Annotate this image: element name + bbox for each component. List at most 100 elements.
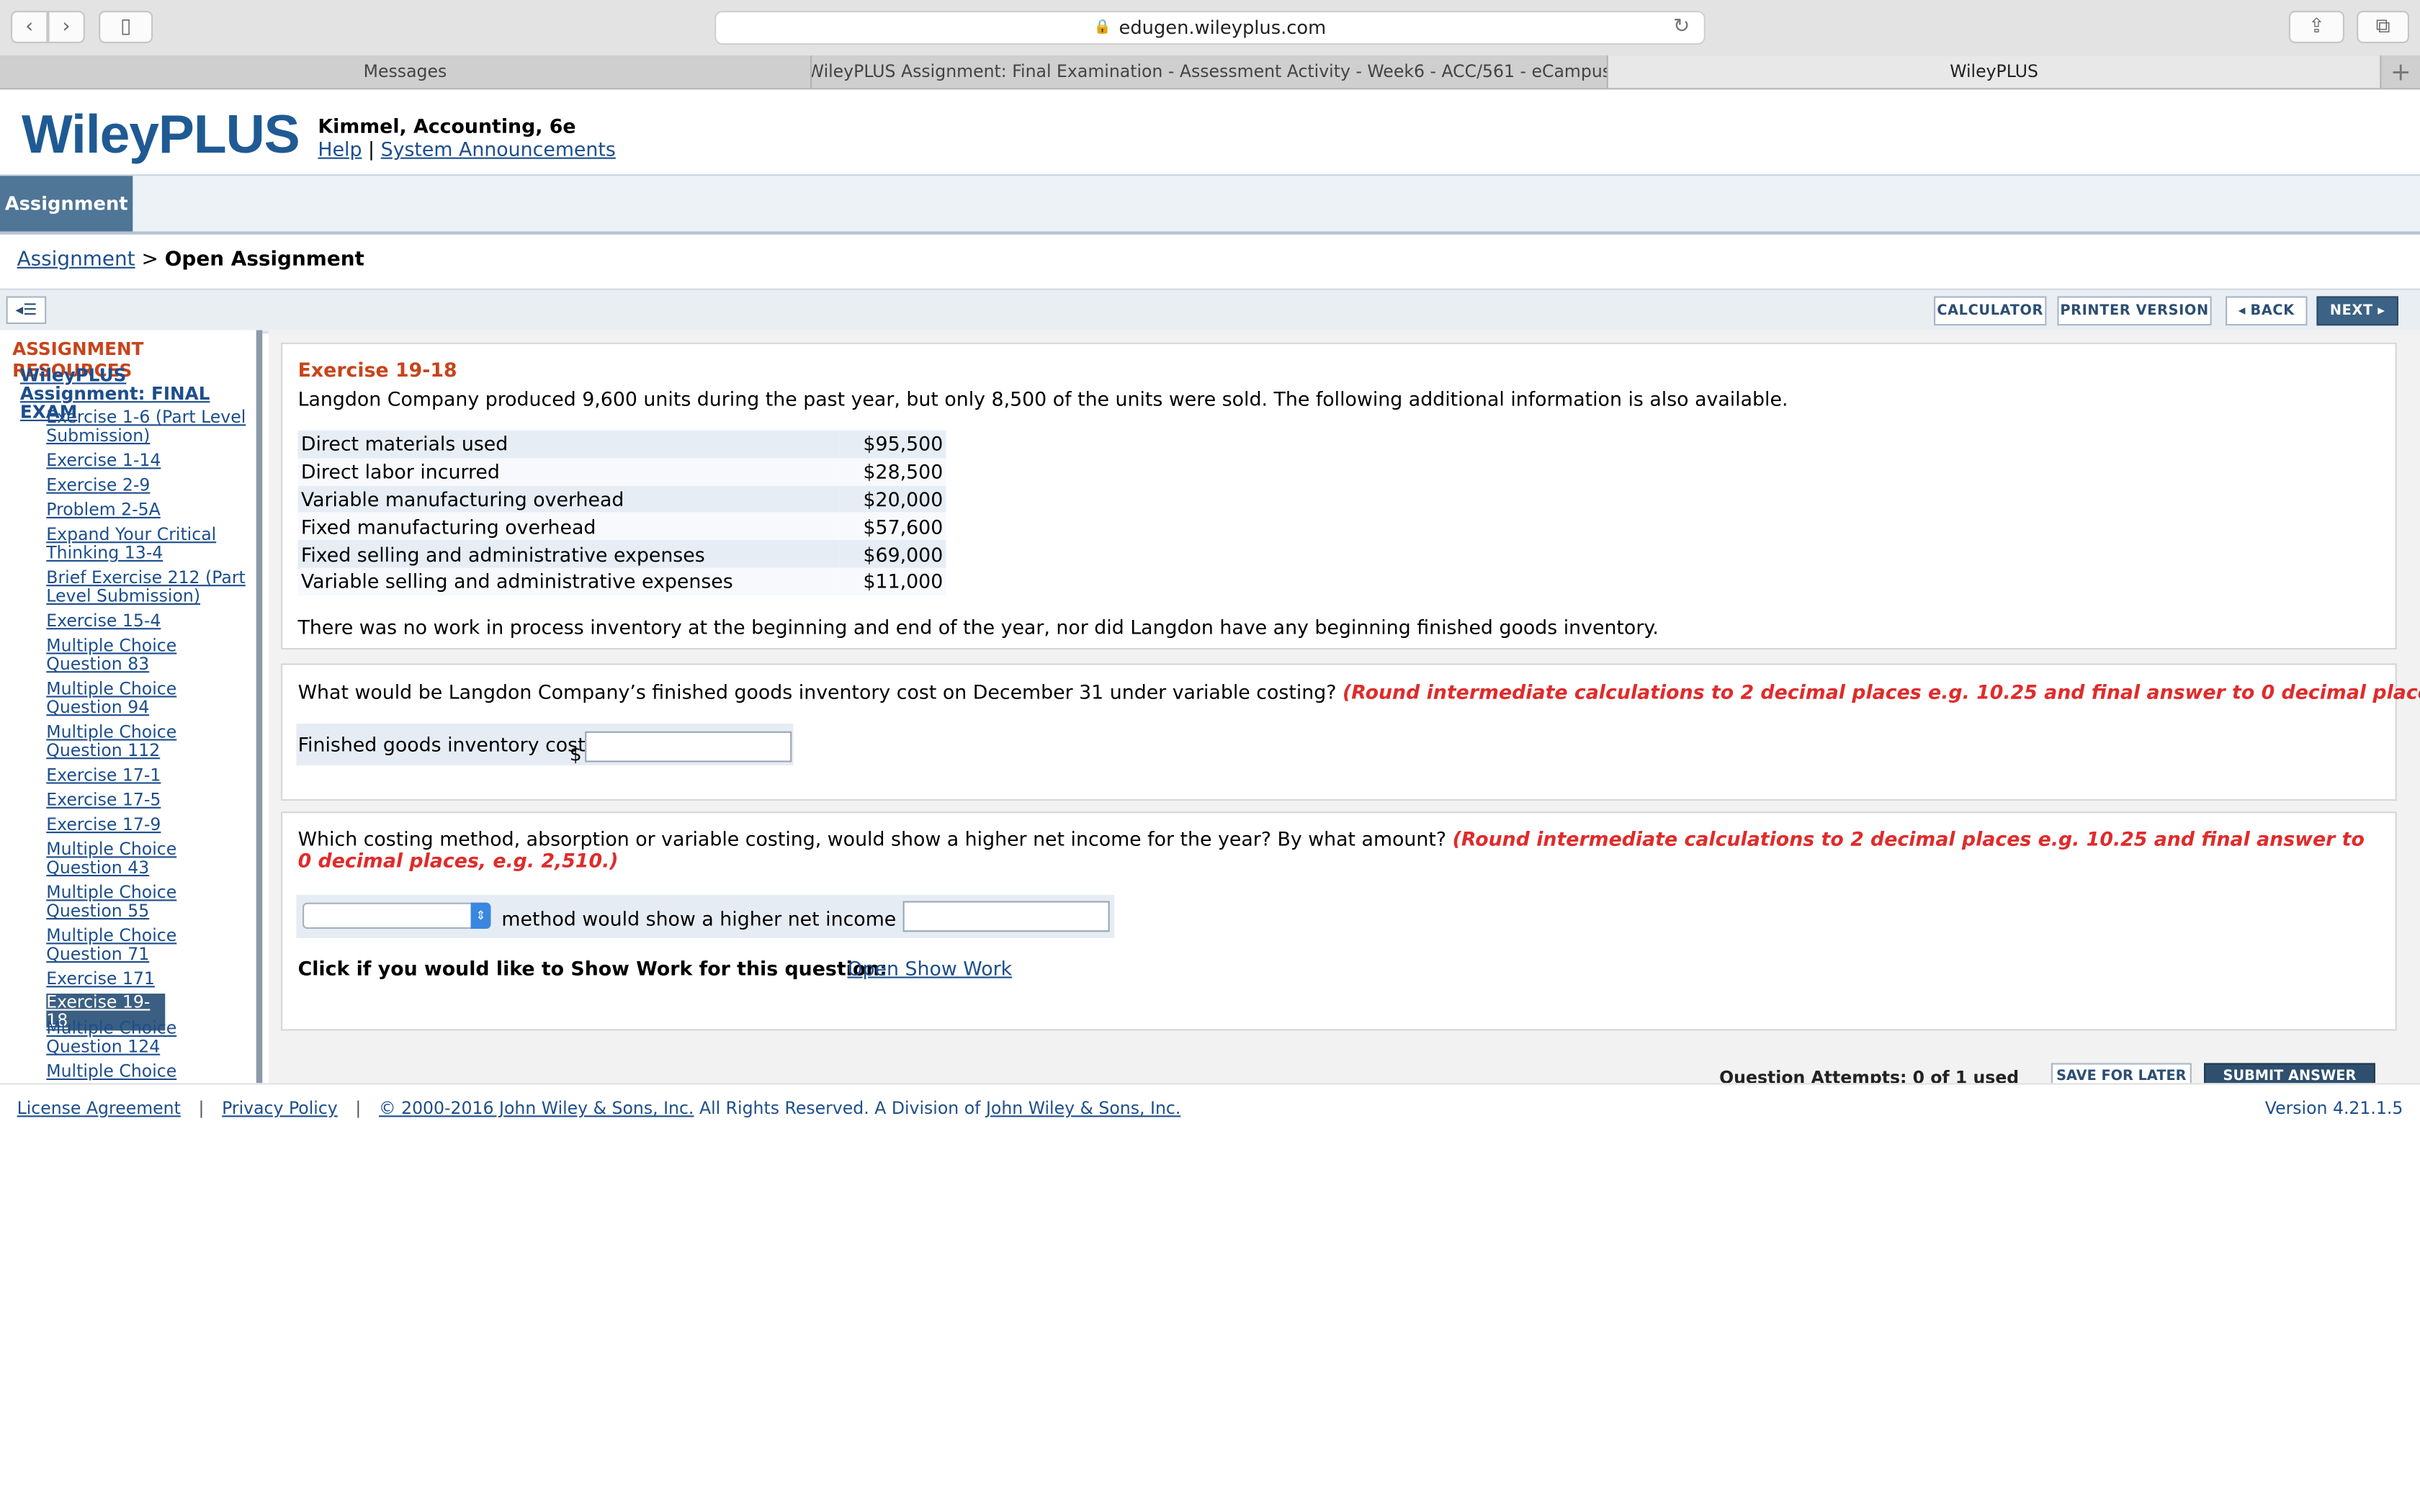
row-label: Variable manufacturing overhead [297,485,840,513]
finished-goods-label: Finished goods inventory cost [297,732,586,756]
table-row: Direct materials used $95,500 [297,430,946,458]
next-button-label: NEXT [2329,303,2373,319]
breadcrumb: Assignment > Open Assignment [17,248,364,271]
sidebar-toggle-icon[interactable]: ▯ [99,11,153,43]
sidebar-item[interactable]: Multiple Choice Question 112 [46,723,254,760]
breadcrumb-separator: > [141,248,158,272]
calculator-button[interactable]: CALCULATOR [1934,296,2047,326]
sidebar-item[interactable]: Exercise 17-1 [46,766,254,786]
question-2-text: Which costing method, absorption or vari… [297,827,2382,872]
sidebar-item[interactable]: Exercise 17-5 [46,791,254,810]
sidebar-item[interactable]: Exercise 2-9 [46,476,254,495]
caret-left-icon: ◂ [2238,303,2246,319]
net-income-amount-input[interactable] [902,901,1110,932]
sidebar-item[interactable]: Problem 2-5A [46,500,254,520]
sidebar-item[interactable]: Multiple Choice Question 43 [46,840,254,878]
next-button[interactable]: NEXT ▸ [2316,296,2398,326]
question-2-panel: Which costing method, absorption or vari… [281,811,2397,1031]
answer-row-1: Finished goods inventory cost $ [296,723,794,765]
save-for-later-button[interactable]: SAVE FOR LATER [2051,1063,2192,1084]
sidebar-item[interactable]: Multiple Choice Question 55 [46,883,254,921]
system-announcements-link[interactable]: System Announcements [381,138,616,161]
printer-version-button[interactable]: PRINTER VERSION [2057,296,2212,326]
sidebar-item[interactable]: Exercise 15-4 [46,612,254,631]
attempts-text: Question Attempts: 0 of 1 used [1719,1067,2020,1084]
finished-goods-input[interactable] [585,731,792,762]
sidebar-item[interactable]: Exercise 171 [46,970,254,989]
question-1-instruction: (Round intermediate calculations to 2 de… [1343,680,2420,704]
currency-symbol: $ [569,742,582,765]
forward-nav-icon[interactable]: › [48,11,85,43]
tab-final-examination[interactable]: WileyPLUS Assignment: Final Examination … [812,55,1608,89]
reload-icon[interactable]: ↻ [1673,15,1690,38]
lock-icon: 🔒 [1093,19,1111,36]
row-amount: $20,000 [839,485,946,513]
version-text: Version 4.21.1.5 [2264,1098,2403,1119]
row-amount: $57,600 [839,513,946,541]
row-label: Fixed selling and administrative expense… [297,540,840,568]
submit-answer-button[interactable]: SUBMIT ANSWER [2204,1063,2375,1084]
row-amount: $95,500 [839,430,946,458]
answer-row-2: ⇕ method would show a higher net income … [296,894,1115,938]
exercise-content: Exercise 19-18 Langdon Company produced … [268,330,2420,1084]
share-icon[interactable]: ⇪ [2288,11,2344,43]
tab-messages[interactable]: Messages [0,55,812,89]
copyright-link[interactable]: © 2000-2016 John Wiley & Sons, Inc. [379,1099,694,1119]
rights-text: All Rights Reserved. A Division of [699,1098,981,1119]
sidebar-item[interactable]: Brief Exercise 212 (Part Level Submissio… [46,569,254,606]
breadcrumb-current: Open Assignment [164,248,364,272]
cost-data-table: Direct materials used $95,500 Direct labo… [297,430,946,595]
sidebar-item[interactable]: Exercise 1-6 (Part Level Submission) [46,408,254,446]
assignment-toolbar: ◂☰ CALCULATOR PRINTER VERSION ◂ BACK NEXT… [0,288,2420,333]
license-agreement-link[interactable]: License Agreement [17,1099,181,1119]
costing-method-select[interactable]: ⇕ [302,902,491,929]
tab-wileyplus[interactable]: WileyPLUS [1608,55,2382,89]
row-amount: $11,000 [839,567,946,595]
company-link[interactable]: John Wiley & Sons, Inc. [986,1099,1180,1119]
back-button-label: BACK [2250,303,2295,319]
help-link[interactable]: Help [318,138,362,161]
question-1-text: What would be Langdon Company’s finished… [298,680,2420,703]
header-link-separator: | [368,137,375,161]
question-2-prompt: Which costing method, absorption or vari… [297,827,1447,850]
open-show-work-link[interactable]: Open Show Work [847,957,1012,980]
back-nav-icon[interactable]: ‹ [11,11,48,43]
exercise-panel: Exercise 19-18 Langdon Company produced … [281,342,2397,650]
url-text: edugen.wileyplus.com [1119,17,1327,39]
wileyplus-logo: WileyPLUS [22,104,300,166]
privacy-policy-link[interactable]: Privacy Policy [222,1099,338,1119]
sidebar-item[interactable]: Multiple Choice Question 124 [46,1019,254,1056]
method-text: method would show a higher net income by… [501,907,945,931]
sidebar-item[interactable]: Multiple Choice Question 83 [46,636,254,674]
table-row: Variable selling and administrative expe… [297,567,946,595]
row-label: Fixed manufacturing overhead [297,513,840,541]
sidebar-item[interactable]: Multiple Choice Question 71 [46,927,254,964]
table-row: Fixed manufacturing overhead $57,600 [297,513,946,541]
sidebar-item[interactable]: Multiple Choice [46,1062,254,1081]
sidebar-item[interactable]: Expand Your Critical Thinking 13-4 [46,526,254,563]
main-nav: Assignment [0,174,2420,235]
submission-bar: Question Attempts: 0 of 1 used SAVE FOR … [269,1058,2420,1084]
question-1-panel: What would be Langdon Company’s finished… [281,663,2420,801]
row-label: Direct materials used [297,430,840,458]
row-label: Direct labor incurred [297,457,840,486]
breadcrumb-assignment-link[interactable]: Assignment [17,248,135,271]
new-tab-button[interactable]: + [2381,55,2420,88]
header-links: Help | System Announcements [318,138,615,161]
caret-right-icon: ▸ [2378,303,2385,319]
back-button[interactable]: ◂ BACK [2226,296,2308,326]
assignment-resources-sidebar: ASSIGNMENT RESOURCES WileyPLUS Assignmen… [0,330,263,1084]
course-title: Kimmel, Accounting, 6e [318,114,576,138]
collapse-sidebar-icon[interactable]: ◂☰ [6,296,47,324]
exercise-intro: Langdon Company produced 9,600 units dur… [297,387,1788,410]
sidebar-item[interactable]: Exercise 17-9 [46,816,254,835]
tabs-overview-icon[interactable]: ⧉ [2357,11,2409,43]
address-bar[interactable]: 🔒 edugen.wileyplus.com ↻ [714,11,1706,45]
question-1-prompt: What would be Langdon Company’s finished… [297,680,1337,704]
tab-assignment[interactable]: Assignment [0,176,133,232]
exercise-note: There was no work in process inventory a… [297,616,1659,639]
sidebar-item[interactable]: Exercise 1-14 [46,451,254,471]
exercise-title: Exercise 19-18 [297,358,457,382]
sidebar-item[interactable]: Multiple Choice Question 94 [46,680,254,717]
table-row: Fixed selling and administrative expense… [297,540,946,568]
